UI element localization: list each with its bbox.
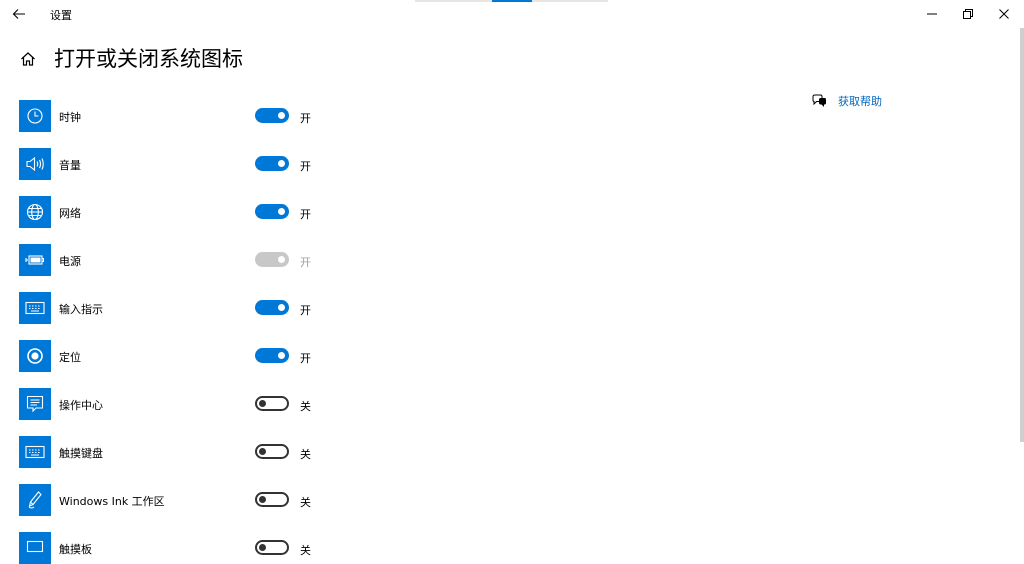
battery-icon [19,244,51,276]
list-item-label: Windows Ink 工作区 [59,495,165,508]
power-toggle[interactable] [255,252,289,267]
action-center-toggle[interactable] [255,396,289,411]
list-item-label: 音量 [59,159,81,172]
list-item-network: 网络 开 [19,196,319,228]
toggle-state-label: 开 [300,352,311,365]
vertical-scrollbar[interactable] [1020,28,1024,442]
toggle-state-label: 关 [300,496,311,509]
list-item-action-center: 操作中心 关 [19,388,319,420]
title-indicator-active [492,0,532,2]
list-item-label: 触摸键盘 [59,447,103,460]
title-indicator-strip [415,0,608,2]
toggle-knob [278,208,285,215]
clock-icon [19,100,51,132]
restore-icon [963,9,973,19]
toggle-state-label: 关 [300,400,311,413]
toggle-knob [259,544,266,551]
list-item-clock: 时钟 开 [19,100,319,132]
home-button[interactable] [16,47,40,71]
list-item-touch-keyboard: 触摸键盘 关 [19,436,319,468]
keyboard-icon [19,292,51,324]
toggle-knob [278,352,285,359]
list-item-label: 电源 [59,255,81,268]
globe-icon [19,196,51,228]
list-item-label: 定位 [59,351,81,364]
windows-ink-toggle[interactable] [255,492,289,507]
toggle-state-label: 开 [300,208,311,221]
title-bar: 设置 [0,0,1024,28]
touchpad-icon [19,532,51,564]
touch-keyboard-toggle[interactable] [255,444,289,459]
toggle-knob [278,112,285,119]
toggle-knob [259,400,266,407]
toggle-state-label: 开 [300,112,311,125]
toggle-knob [278,160,285,167]
list-item-windows-ink: Windows Ink 工作区 关 [19,484,319,516]
list-item-input-indicator: 输入指示 开 [19,292,319,324]
toggle-state-label: 关 [300,544,311,557]
location-icon [19,340,51,372]
action-center-icon [19,388,51,420]
close-icon [999,9,1009,19]
list-item-label: 网络 [59,207,81,220]
page-title: 打开或关闭系统图标 [54,47,243,71]
touchpad-toggle[interactable] [255,540,289,555]
list-item-label: 操作中心 [59,399,103,412]
toggle-knob [259,448,266,455]
home-icon [21,52,35,66]
pen-icon [19,484,51,516]
list-item-volume: 音量 开 [19,148,319,180]
toggle-state-label: 开 [300,160,311,173]
volume-toggle[interactable] [255,156,289,171]
list-item-label: 时钟 [59,111,81,124]
chat-help-icon [812,94,826,107]
minimize-icon [927,13,937,15]
input-indicator-toggle[interactable] [255,300,289,315]
toggle-state-label: 开 [300,256,311,269]
touch-keyboard-icon [19,436,51,468]
minimize-button[interactable] [914,0,950,28]
toggle-knob [259,496,266,503]
location-toggle[interactable] [255,348,289,363]
toggle-knob [278,304,285,311]
list-item-touchpad: 触摸板 关 [19,532,319,564]
network-toggle[interactable] [255,204,289,219]
toggle-knob [278,256,285,263]
list-item-label: 输入指示 [59,303,103,316]
back-arrow-icon [12,9,25,19]
restore-button[interactable] [950,0,986,28]
toggle-state-label: 关 [300,448,311,461]
app-title: 设置 [50,9,72,22]
list-item-location: 定位 开 [19,340,319,372]
clock-toggle[interactable] [255,108,289,123]
back-button[interactable] [4,0,34,28]
volume-icon [19,148,51,180]
close-button[interactable] [986,0,1022,28]
toggle-state-label: 开 [300,304,311,317]
list-item-label: 触摸板 [59,543,92,556]
get-help-label: 获取帮助 [838,95,882,108]
get-help-link[interactable]: 获取帮助 [812,93,882,109]
list-item-power: 电源 开 [19,244,319,276]
